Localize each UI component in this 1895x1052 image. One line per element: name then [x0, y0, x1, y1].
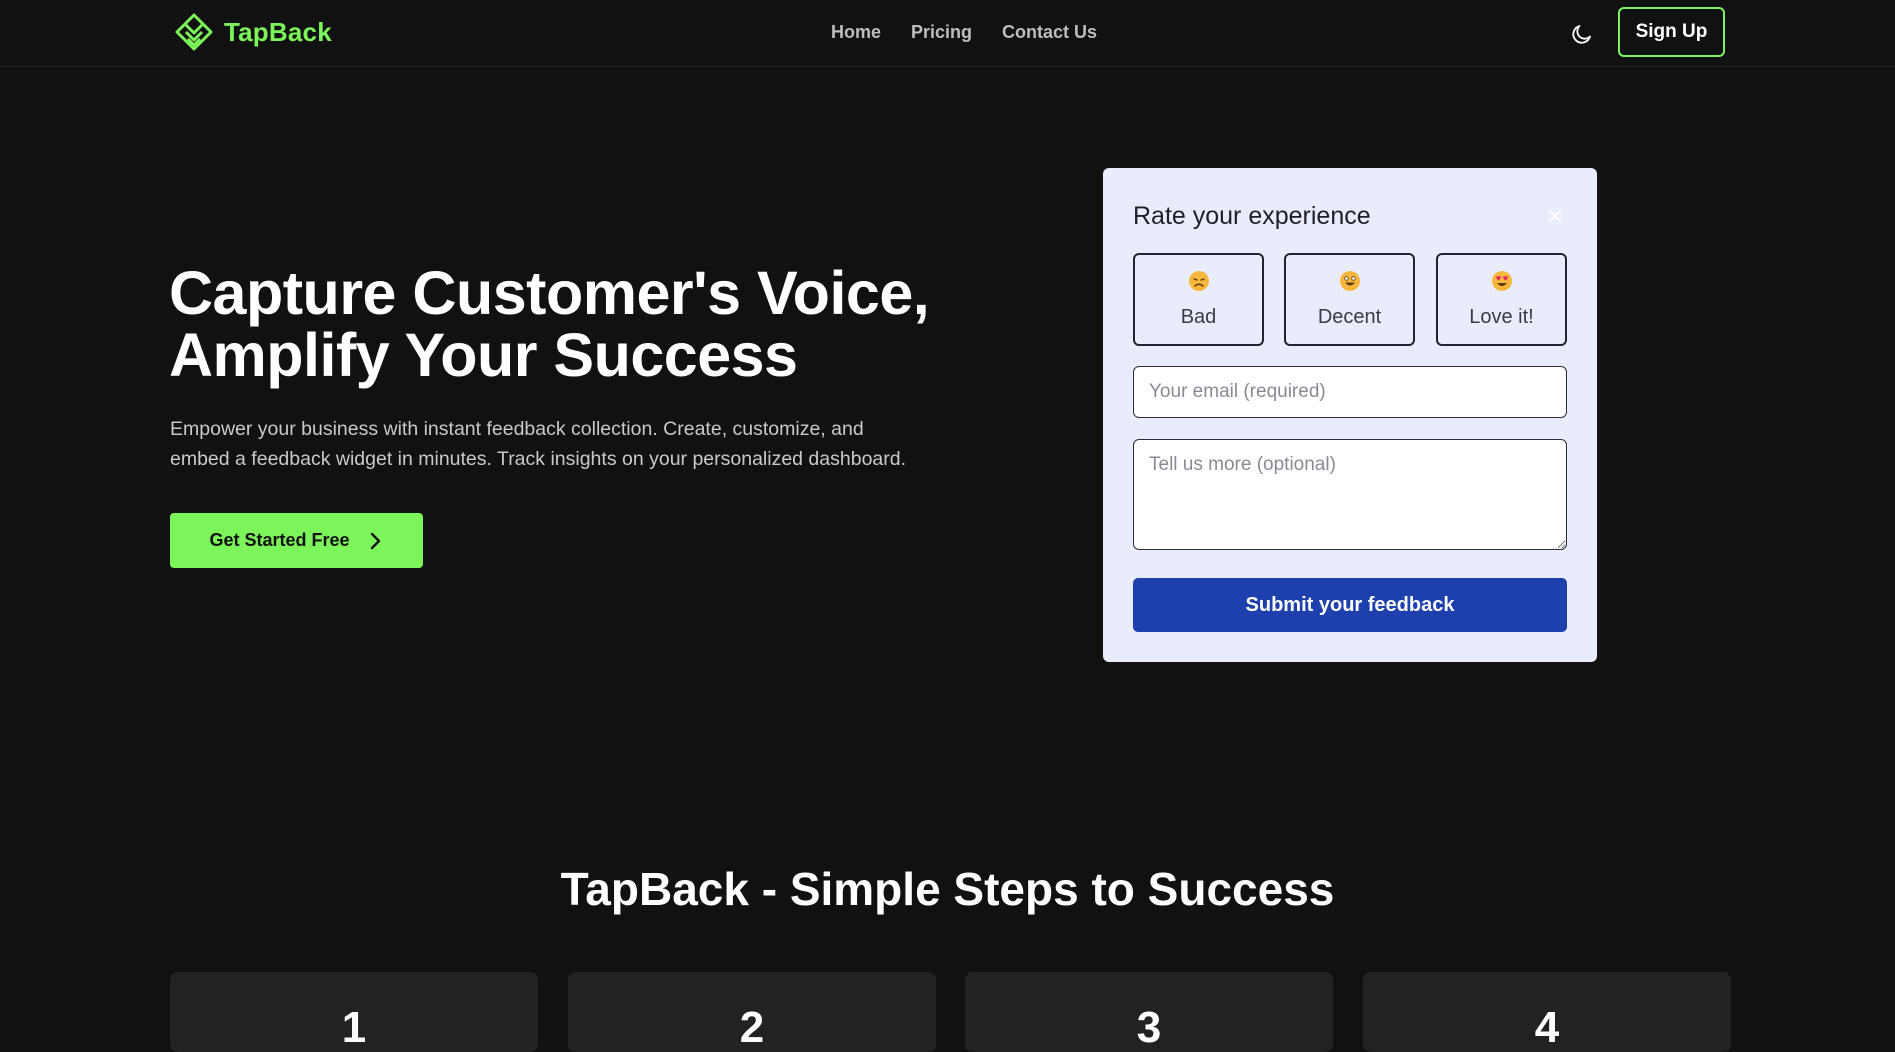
heart-eyes-face-icon — [1491, 271, 1512, 291]
step-card-3: 3 — [965, 972, 1333, 1052]
hero-subtitle: Empower your business with instant feedb… — [170, 414, 970, 474]
rating-love-it-button[interactable]: Love it! — [1436, 253, 1567, 346]
hero-subtitle-line-1: Empower your business with instant feedb… — [170, 418, 864, 440]
sign-up-button[interactable]: Sign Up — [1618, 7, 1725, 57]
rating-decent-label: Decent — [1317, 306, 1382, 328]
close-icon — [1548, 209, 1562, 223]
site-header: TapBack Home Pricing Contact Us Sign Up — [0, 0, 1895, 67]
nav-contact-us[interactable]: Contact Us — [1002, 22, 1097, 43]
moon-icon — [1572, 25, 1591, 44]
email-input[interactable] — [1133, 366, 1567, 418]
brand-logo-link[interactable]: TapBack — [174, 12, 332, 52]
hero-subtitle-line-2: embed a feedback widget in minutes. Trac… — [170, 448, 907, 470]
submit-feedback-button[interactable]: Submit your feedback — [1133, 578, 1567, 632]
get-started-button[interactable]: Get Started Free — [170, 513, 423, 568]
sad-face-icon — [1188, 271, 1209, 291]
feedback-textarea[interactable] — [1133, 439, 1567, 550]
hero-title-line-2: Amplify Your Success — [169, 321, 798, 389]
step-card-4: 4 — [1363, 972, 1731, 1052]
chevron-right-icon — [370, 532, 380, 549]
get-started-label: Get Started Free — [209, 530, 350, 550]
grinning-face-icon — [1339, 271, 1360, 291]
hero-title-line-1: Capture Customer's Voice, — [169, 259, 930, 327]
hero-title: Capture Customer's Voice, Amplify Your S… — [169, 262, 989, 386]
widget-close-button[interactable] — [1543, 204, 1567, 228]
rating-decent-button[interactable]: Decent — [1284, 253, 1415, 346]
main-nav: Home Pricing Contact Us — [831, 22, 1097, 43]
widget-title: Rate your experience — [1133, 202, 1371, 230]
rating-bad-label: Bad — [1180, 306, 1217, 328]
step-number: 1 — [341, 1003, 367, 1052]
feedback-widget: Rate your experience Bad Decent Love it! — [1103, 168, 1597, 662]
tapback-logo-icon — [175, 13, 213, 51]
theme-toggle-button[interactable] — [1568, 20, 1596, 48]
nav-home[interactable]: Home — [831, 22, 881, 43]
steps-title: TapBack - Simple Steps to Success — [560, 863, 1335, 915]
step-number: 3 — [1136, 1003, 1162, 1052]
step-number: 2 — [739, 1003, 765, 1052]
rating-bad-button[interactable]: Bad — [1133, 253, 1264, 346]
brand-name: TapBack — [224, 16, 332, 47]
step-card-1: 1 — [170, 972, 538, 1052]
rating-love-it-label: Love it! — [1469, 306, 1534, 328]
nav-pricing[interactable]: Pricing — [911, 22, 972, 43]
step-card-2: 2 — [568, 972, 936, 1052]
step-number: 4 — [1534, 1003, 1560, 1052]
